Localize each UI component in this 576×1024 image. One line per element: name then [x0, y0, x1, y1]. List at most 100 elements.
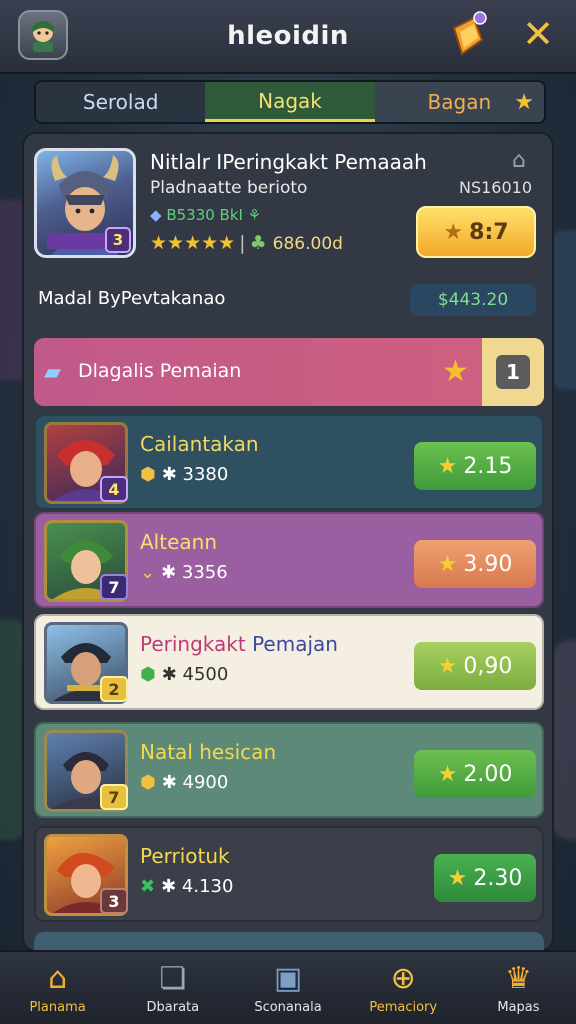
rating-stars: ★★★★★ [150, 232, 236, 254]
tab-label: Nagak [258, 88, 322, 113]
tab-label: Bagan [427, 90, 492, 114]
nav-label: Mapas [497, 999, 540, 1015]
home-icon: ⌂ [48, 960, 68, 996]
hero-value-button[interactable]: ★ 0,90 [414, 642, 536, 690]
nav-item-mapas[interactable]: ♛ Mapas [461, 952, 576, 1024]
hero-value-button[interactable]: ★ 3.90 [414, 540, 536, 588]
bottom-nav: ⌂ Planama ❏ Dbarata ▣ Sconanala ⊕ Pemaci… [0, 950, 576, 1024]
star-icon: ★ [437, 551, 458, 577]
player-coins: 686.00d [272, 234, 343, 254]
hero-name: Peringkakt Pemajan [140, 632, 338, 656]
shield-icon: ⬢ [140, 664, 156, 685]
ranking-banner[interactable]: ▰ Dlagalis Pemaian ★ 1 [34, 338, 544, 406]
tab-bagan[interactable]: Bagan ★ [374, 82, 544, 122]
hero-name: Perriotuk [140, 844, 230, 868]
power-icon: ✱ [161, 876, 182, 897]
nav-item-planama[interactable]: ⌂ Planama [0, 952, 115, 1024]
player-portrait[interactable]: 3 [34, 148, 136, 258]
hero-value: 0,90 [463, 653, 513, 679]
leaderboard-row-partial [34, 932, 544, 950]
level-badge: 7 [100, 784, 128, 810]
hero-name: Cailantakan [140, 432, 259, 456]
star-icon: ★ [437, 453, 458, 479]
cross-icon: ✖ [140, 876, 156, 897]
trophy-icon: ♛ [504, 960, 532, 996]
coin-icon: ♣ [249, 232, 267, 254]
player-score-button[interactable]: ★ 8:7 [416, 206, 536, 258]
nav-label: Dbarata [146, 999, 200, 1015]
gift-button[interactable] [444, 10, 490, 62]
star-icon: ★ [447, 865, 468, 891]
hero-stat: ✖ ✱ 4.130 [140, 876, 233, 897]
hero-stat: ⬢ ✱ 3380 [140, 464, 228, 485]
hero-stat-value: 3380 [182, 464, 229, 485]
player-profile-card: 3 Nitlalr IPeringkakt Pemaaah ⌂ Pladnaat… [34, 148, 540, 268]
robot-icon: ▣ [273, 960, 303, 996]
tab-serolad[interactable]: Serolad [36, 82, 206, 122]
close-icon: ✕ [522, 12, 554, 56]
divider: | [239, 232, 246, 254]
hero-value: 2.00 [463, 761, 513, 787]
ticket-icon: ▰ [44, 360, 61, 385]
hero-stat: ⬢ ✱ 4500 [140, 664, 228, 685]
leaderboard-row[interactable]: 7 Natal hesican ⬢✱ 4900 ✦ ★2.00 [34, 722, 544, 818]
player-stat-value: B5330 BkI [166, 206, 243, 224]
gift-icon [452, 11, 487, 56]
nav-item-dbarata[interactable]: ❏ Dbarata [115, 952, 230, 1024]
cards-icon: ❏ [159, 960, 187, 996]
leaderboard-row[interactable]: 3 Perriotuk ✖ ✱ 4.130 ★ 2.30 [34, 826, 544, 922]
leaderboard-row[interactable]: 4 Cailantakan ⬢✱ 3380 ✦ ★2.15 [34, 414, 544, 510]
star-icon: ★ [514, 90, 534, 115]
hero-name-part: Pemajan [252, 632, 338, 656]
level-badge: 4 [100, 476, 128, 502]
level-badge: 3 [100, 888, 128, 914]
nav-label: Pemaciory [369, 999, 438, 1015]
player-name: Nitlalr IPeringkakt Pemaaah [150, 150, 427, 174]
home-icon[interactable]: ⌂ [512, 148, 526, 173]
nav-item-sconanala[interactable]: ▣ Sconanala [230, 952, 345, 1024]
power-icon: ✱ [161, 562, 182, 583]
modal-value[interactable]: $443.20 [410, 284, 536, 316]
tab-label: Serolad [82, 90, 159, 114]
player-code: NS16010 [459, 178, 533, 197]
banner-rank-area: 1 [482, 338, 544, 406]
background-decoration [552, 640, 576, 840]
modal-label: Madal ByPevtakanao [38, 288, 226, 309]
top-bar: hleoidin ✕ [0, 0, 576, 74]
player-avatar-button[interactable] [18, 10, 68, 60]
power-icon: ✱ [161, 772, 183, 793]
tab-bar: Serolad Nagak Bagan ★ [34, 80, 546, 124]
close-button[interactable]: ✕ [516, 14, 560, 58]
shield-icon: ⬢ [140, 464, 156, 485]
player-avatar-icon [31, 21, 55, 52]
hero-value: 2.30 [473, 865, 523, 891]
star-icon: ★ [443, 219, 464, 245]
player-subtitle: Pladnaatte berioto [150, 178, 308, 198]
nav-item-pemaciory[interactable]: ⊕ Pemaciory [346, 952, 461, 1024]
hero-value-button[interactable]: ★ 2.00 [414, 750, 536, 798]
banner-title: Dlagalis Pemaian [78, 360, 242, 382]
download-icon: ⊕ [390, 960, 416, 996]
player-stat: ◆ B5330 BkI ⚘ [150, 206, 261, 224]
rank-badge: 1 [496, 355, 530, 389]
hero-value: 2.15 [463, 453, 513, 479]
star-icon: ★ [437, 761, 458, 787]
gem-icon: ◆ [150, 206, 162, 224]
power-icon: ✱ [161, 664, 183, 685]
hero-stat-value: 4900 [182, 772, 229, 793]
leaderboard-row[interactable]: 2 Peringkakt Pemajan ⬢✱ 4500 ✦ ★0,90 [34, 614, 544, 710]
hero-name-part: Peringkakt [140, 632, 246, 656]
hero-stat-value: 4500 [182, 664, 229, 685]
power-icon: ✱ [161, 464, 183, 485]
nav-label: Sconanala [254, 999, 322, 1015]
chevron-icon: ⌄ [140, 562, 156, 583]
leaf-icon: ⚘ [247, 206, 262, 224]
shield-icon: ⬢ [140, 772, 156, 793]
hero-value-button[interactable]: ★ 2.15 [414, 442, 536, 490]
hero-stat-value: 4.130 [181, 876, 234, 897]
nav-label: Planama [29, 999, 86, 1015]
hero-value-button[interactable]: ★ 2.30 [434, 854, 536, 902]
player-score-value: 8:7 [469, 219, 509, 245]
tab-nagak[interactable]: Nagak [205, 82, 375, 122]
leaderboard-row[interactable]: 7 Alteann ⌄✱ 3356 ✦ ★3.90 [34, 512, 544, 608]
